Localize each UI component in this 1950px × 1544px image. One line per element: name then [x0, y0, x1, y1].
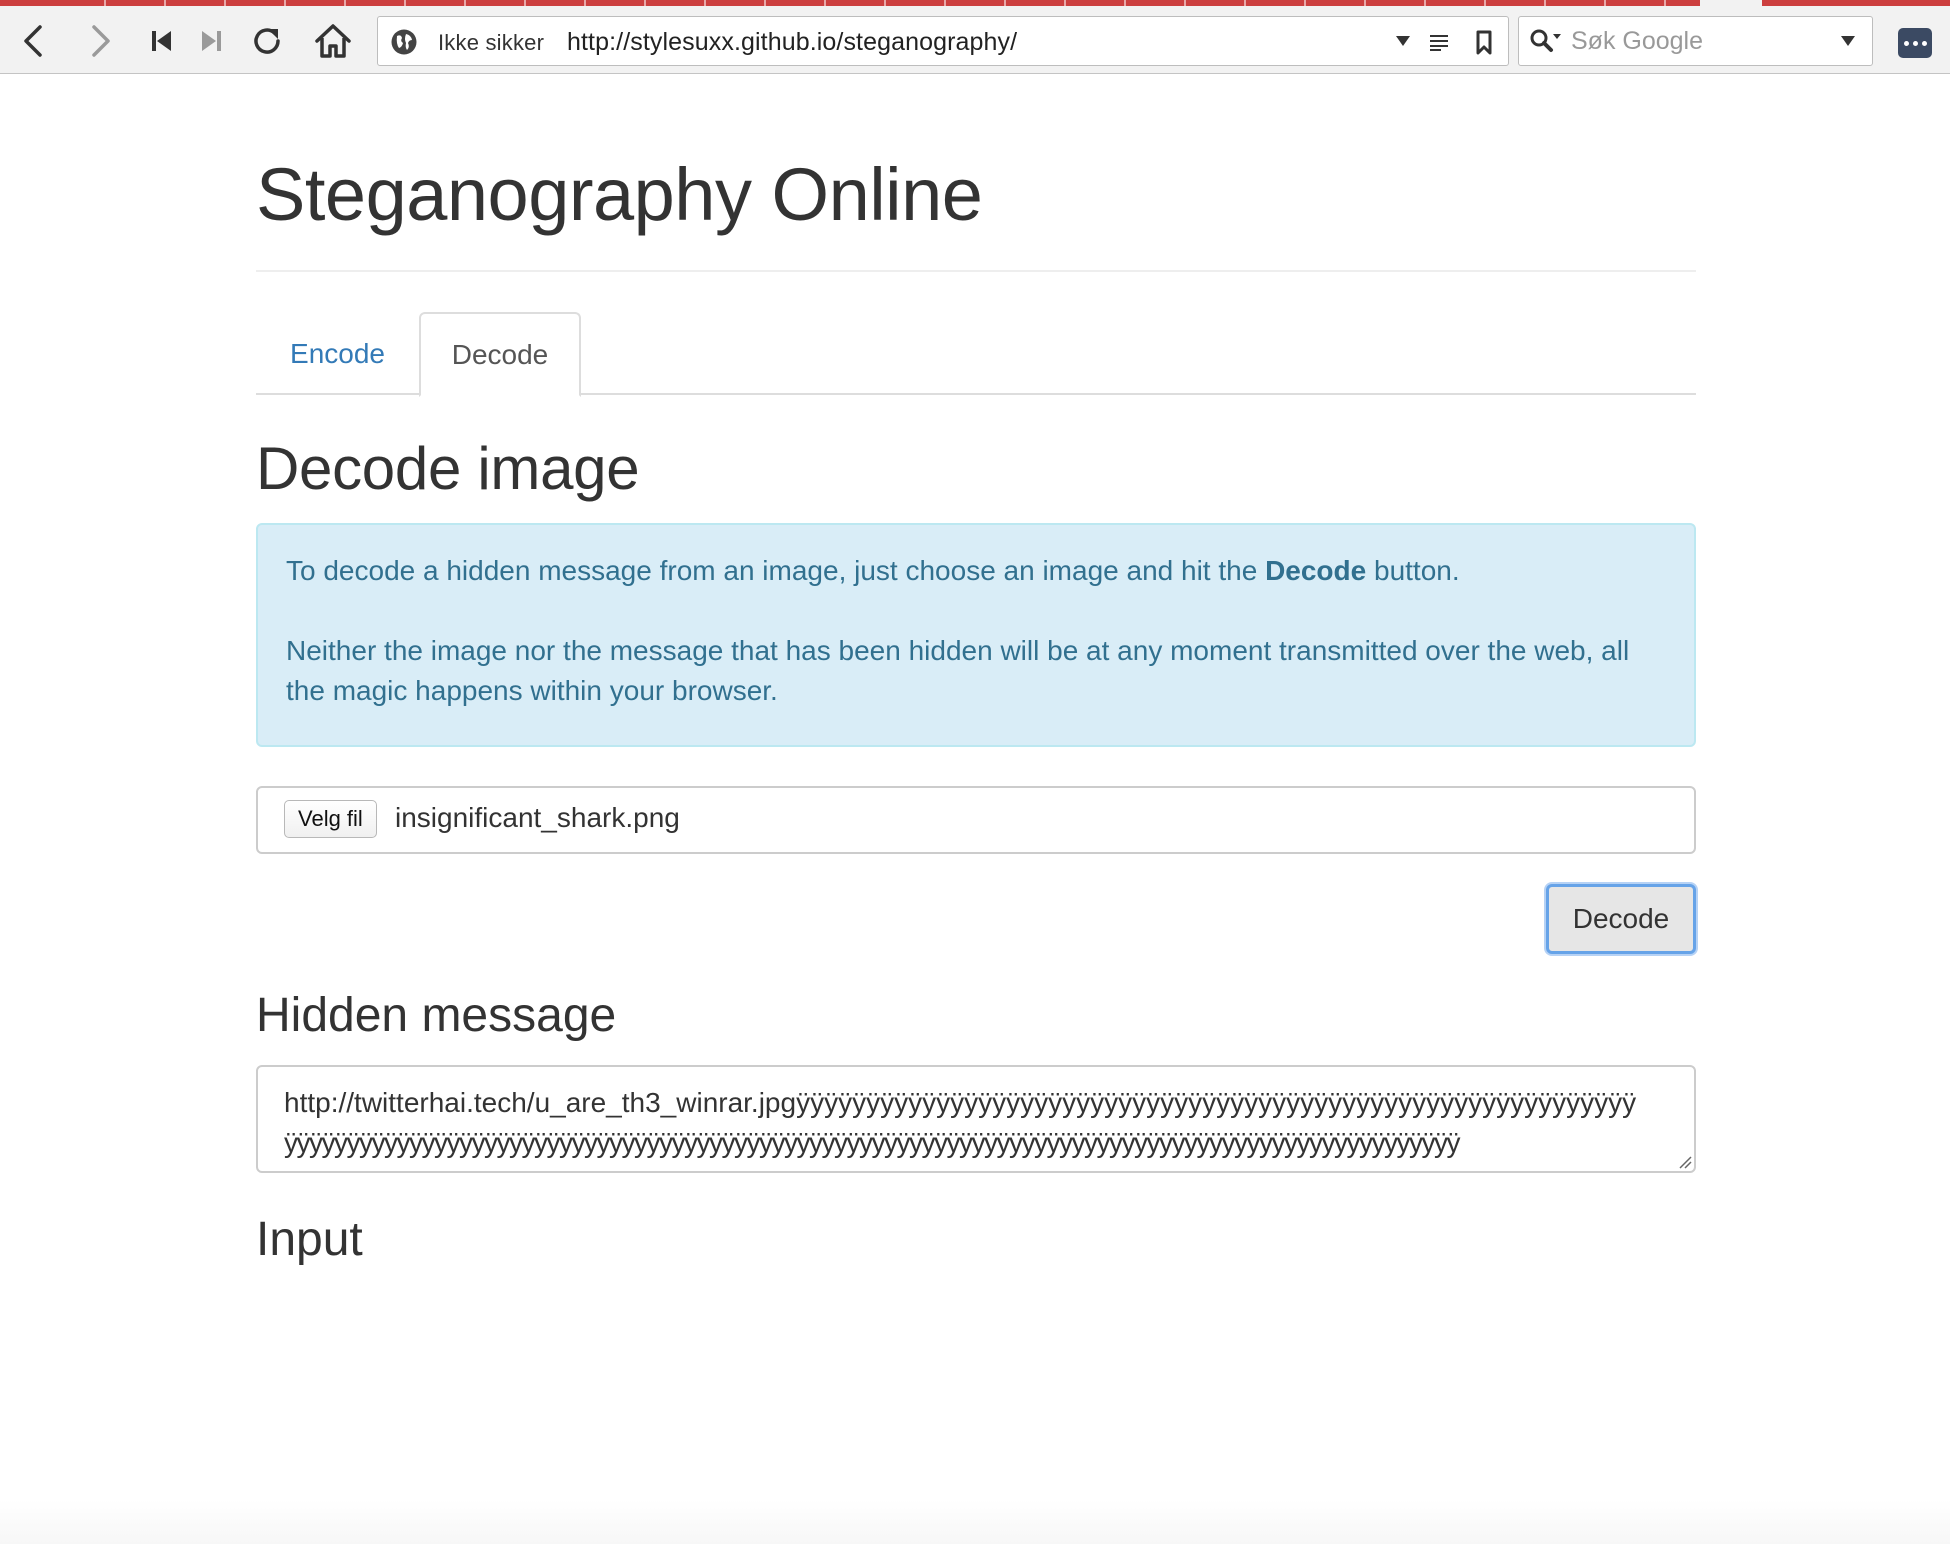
hidden-message-line: ÿÿÿÿÿÿÿÿÿÿÿÿÿÿÿÿÿÿÿÿÿÿÿÿÿÿÿÿÿÿÿÿÿÿÿÿÿÿÿÿ… — [284, 1127, 1461, 1158]
skip-forward-icon — [202, 31, 221, 51]
input-heading: Input — [256, 1213, 363, 1266]
choose-file-button[interactable]: Velg fil — [284, 800, 377, 838]
decode-button[interactable]: Decode — [1546, 884, 1696, 954]
info-bold-text: Decode — [1265, 555, 1367, 586]
hidden-message-heading: Hidden message — [256, 989, 617, 1042]
chevron-left-icon — [24, 25, 42, 57]
bookmark-icon[interactable] — [1475, 30, 1493, 61]
file-name: insignificant_shark.png — [395, 802, 680, 833]
tab-encode[interactable]: Encode — [256, 312, 419, 395]
rewind-button[interactable] — [141, 20, 183, 62]
tab-decode[interactable]: Decode — [419, 312, 581, 397]
search-input[interactable] — [1571, 25, 1811, 57]
info-text: button. — [1366, 555, 1460, 586]
back-button[interactable] — [12, 20, 54, 62]
tab-bar: Encode Decode — [256, 312, 1696, 397]
reload-button[interactable] — [246, 20, 288, 62]
skip-back-icon — [152, 31, 171, 51]
decode-heading: Decode image — [256, 435, 640, 502]
info-alert: To decode a hidden message from an image… — [256, 523, 1696, 747]
triangle-down-icon[interactable] — [1839, 34, 1857, 53]
search-icon[interactable] — [1529, 28, 1565, 61]
vivaldi-menu-icon[interactable] — [1898, 28, 1932, 58]
globe-icon[interactable] — [390, 28, 418, 61]
browser-toolbar: Ikke sikker http://stylesuxx.github.io/s… — [0, 6, 1950, 74]
hidden-message-textarea[interactable]: http://twitterhai.tech/u_are_th3_winrar.… — [256, 1065, 1696, 1173]
security-label[interactable]: Ikke sikker — [438, 30, 544, 56]
forward-button[interactable] — [80, 20, 122, 62]
fast-forward-button[interactable] — [190, 20, 232, 62]
hidden-message-line: http://twitterhai.tech/u_are_th3_winrar.… — [284, 1087, 1637, 1118]
page-title: Steganography Online — [256, 153, 983, 236]
home-button[interactable] — [312, 20, 354, 62]
file-input[interactable]: Velg fil insignificant_shark.png — [256, 786, 1696, 854]
info-line-2: Neither the image nor the message that h… — [286, 635, 1630, 706]
home-icon — [315, 24, 351, 58]
url-text[interactable]: http://stylesuxx.github.io/steganography… — [567, 28, 1017, 57]
reload-icon — [254, 28, 280, 54]
search-bar[interactable] — [1518, 16, 1873, 66]
chevron-right-icon — [92, 25, 110, 57]
page-bottom-shadow — [0, 1500, 1950, 1544]
resize-handle-icon[interactable] — [1676, 1153, 1692, 1169]
info-text: To decode a hidden message from an image… — [286, 555, 1266, 586]
reader-view-icon[interactable] — [1428, 33, 1450, 56]
info-line-1: To decode a hidden message from an image… — [286, 551, 1666, 591]
title-divider — [256, 270, 1696, 272]
address-bar[interactable]: Ikke sikker http://stylesuxx.github.io/s… — [377, 16, 1509, 66]
triangle-down-icon[interactable] — [1394, 34, 1412, 53]
